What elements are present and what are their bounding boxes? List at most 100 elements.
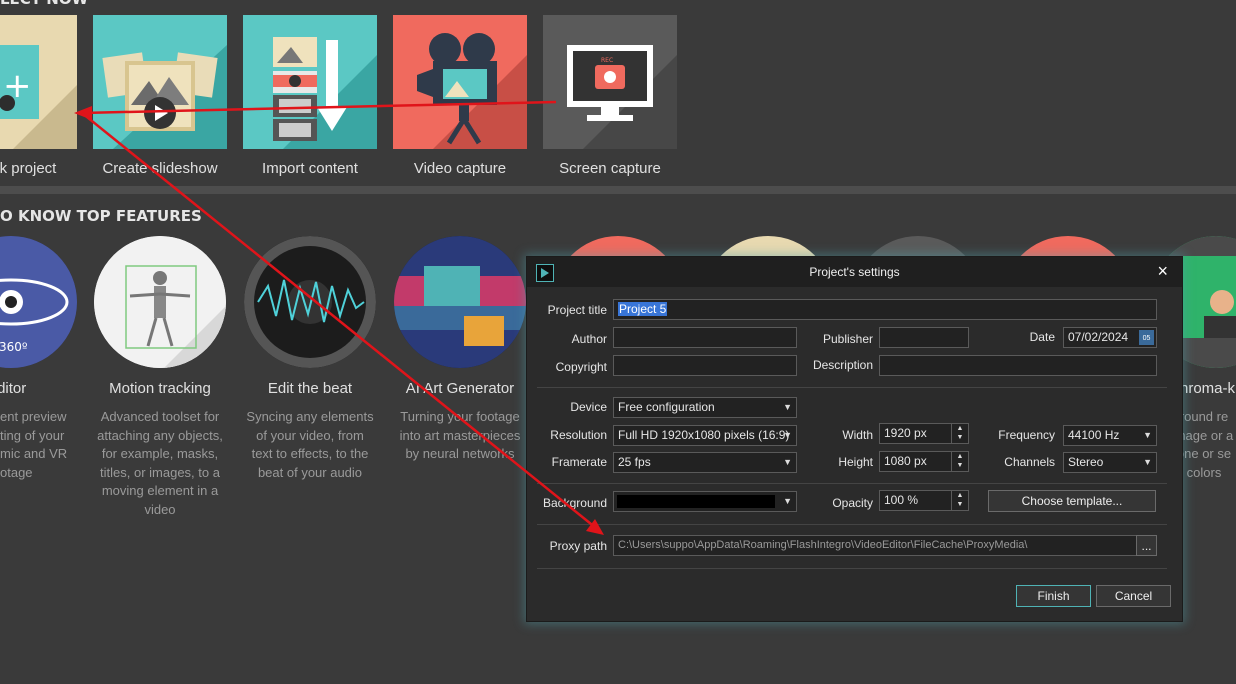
chevron-down-icon: ▼ [783,402,792,412]
date-value: 07/02/2024 [1068,330,1129,344]
choose-template-button[interactable]: Choose template... [988,490,1156,512]
proxy-path-label: Proxy path [549,539,607,553]
close-icon[interactable]: × [1157,261,1168,282]
feature-motion-tracking[interactable] [94,236,226,368]
feature-desc-edit-the-beat: Syncing any elements of your video, from… [246,409,374,480]
date-label: Date [1029,330,1055,344]
tile-label-import-content: Import content [262,160,358,177]
frequency-value: 44100 Hz [1068,428,1120,442]
height-spinbox[interactable]: 1080 px ▲ ▼ [879,451,969,472]
tile-blank-project[interactable]: + [0,15,77,149]
channels-label: Channels [1004,455,1055,469]
feature-title-3d-editor: 3D Editor [0,380,27,397]
separator-4 [537,568,1167,569]
date-field[interactable]: 07/02/2024 05 [1063,327,1157,348]
frequency-label: Frequency [998,428,1055,442]
width-value: 1920 px [884,426,927,440]
device-label: Device [570,400,607,414]
width-label: Width [842,428,873,442]
feature-desc-ai-art-generator: Turning your footage into art masterpiec… [399,409,521,461]
chevron-down-icon: ▼ [1143,457,1152,467]
video-camera-icon [417,33,527,149]
framerate-value: 25 fps [618,455,651,469]
chevron-down-icon: ▼ [783,430,792,440]
select-now-heading: LECT NOW [0,0,88,8]
background-color-swatch [617,495,775,508]
framerate-label: Framerate [551,455,607,469]
feature-edit-the-beat[interactable] [244,236,376,368]
framerate-select[interactable]: 25 fps ▼ [613,452,797,473]
project-title-label: Project title [547,303,607,317]
tile-create-slideshow[interactable] [93,15,227,149]
author-field[interactable] [613,327,797,348]
opacity-spinbox[interactable]: 100 % ▲ ▼ [879,490,969,511]
author-label: Author [571,332,607,346]
device-value: Free configuration [618,400,715,414]
feature-title-edit-the-beat: Edit the beat [267,380,353,397]
tile-video-capture[interactable] [393,15,527,149]
resolution-select[interactable]: Full HD 1920x1080 pixels (16:9) ▼ [613,425,797,446]
feature-desc-3d-editor: ent preview ting of your mic and VR otag… [0,409,68,480]
background-color-select[interactable]: ▼ [613,491,797,512]
separator-2 [537,483,1167,484]
360-badge: 360º [0,340,28,354]
tile-label-video-capture: Video capture [413,160,507,177]
feature-desc-motion-tracking: Advanced toolset for attaching any objec… [97,409,223,517]
chevron-down-icon: ▼ [783,496,792,506]
proxy-path-field[interactable]: C:\Users\suppo\AppData\Roaming\FlashInte… [613,535,1137,556]
svg-text:REC: REC [601,57,613,64]
spin-down-icon[interactable]: ▼ [952,461,968,470]
feature-ai-art-generator[interactable] [394,236,526,368]
speaker-beat-icon [244,236,376,368]
description-label: Description [812,358,873,372]
dialog-titlebar[interactable]: Project's settings × [527,257,1182,287]
screen-capture-icon: REC [567,45,677,149]
width-spinbox[interactable]: 1920 px ▲ ▼ [879,423,969,444]
top-features-heading: O KNOW TOP FEATURES [0,207,202,225]
spin-up-icon[interactable]: ▲ [952,452,968,461]
separator-3 [537,524,1167,525]
background-label: Background [542,496,607,510]
copyright-label: Copyright [555,360,607,374]
opacity-value: 100 % [884,493,919,507]
motion-tracking-icon [94,236,226,368]
spin-down-icon[interactable]: ▼ [952,500,968,509]
project-title-field[interactable]: Project 5 [613,299,1157,320]
import-icon [273,37,377,149]
spin-down-icon[interactable]: ▼ [952,433,968,442]
slideshow-icon [102,45,227,149]
height-value: 1080 px [884,454,927,468]
opacity-label: Opacity [832,496,873,510]
frequency-select[interactable]: 44100 Hz ▼ [1063,425,1157,446]
publisher-label: Publisher [822,332,873,346]
calendar-icon[interactable]: 05 [1139,330,1154,345]
chevron-down-icon: ▼ [1143,430,1152,440]
publisher-field[interactable] [879,327,969,348]
separator-1 [537,387,1167,388]
device-select[interactable]: Free configuration ▼ [613,397,797,418]
project-title-value: Project 5 [618,302,668,316]
channels-value: Stereo [1068,455,1104,469]
feature-title-chroma-key: hroma-k [1180,380,1236,397]
browse-button[interactable]: ... [1136,535,1157,556]
channels-select[interactable]: Stereo ▼ [1063,452,1157,473]
resolution-label: Resolution [550,428,607,442]
height-label: Height [838,455,873,469]
dialog-title: Project's settings [809,265,900,279]
tile-screen-capture[interactable]: REC [543,15,677,149]
copyright-field[interactable] [613,355,797,376]
tile-label-screen-capture: Screen capture [559,160,661,177]
project-settings-dialog: Project's settings × Project title Proje… [526,256,1183,622]
description-field[interactable] [879,355,1157,376]
feature-title-ai-art-generator: AI Art Generator [405,380,515,397]
resolution-value: Full HD 1920x1080 pixels (16:9) [618,428,790,442]
cancel-button[interactable]: Cancel [1096,585,1171,607]
feature-3d-editor[interactable]: 360º [0,236,77,368]
tile-import-content[interactable] [243,15,377,149]
chevron-down-icon: ▼ [783,457,792,467]
finish-button[interactable]: Finish [1016,585,1091,607]
spin-up-icon[interactable]: ▲ [952,491,968,500]
ai-art-icon [394,236,526,368]
section-divider [0,186,1236,194]
spin-up-icon[interactable]: ▲ [952,424,968,433]
